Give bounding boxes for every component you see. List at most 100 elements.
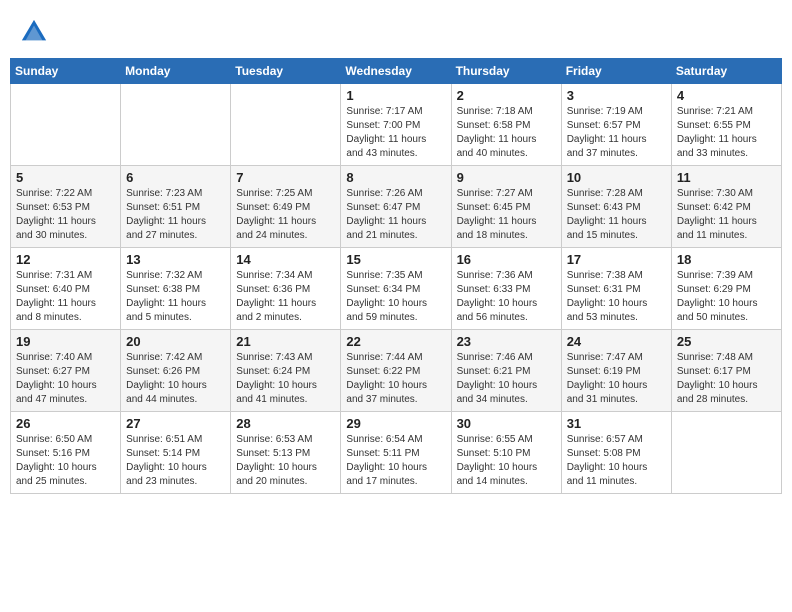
- day-number: 29: [346, 416, 445, 431]
- calendar-cell: 13 Sunrise: 7:32 AM Sunset: 6:38 PM Dayli…: [121, 248, 231, 330]
- day-info: Sunrise: 7:23 AM Sunset: 6:51 PM Dayligh…: [126, 187, 225, 243]
- calendar-cell: [231, 84, 341, 166]
- day-number: 13: [126, 252, 225, 267]
- day-info: Sunrise: 7:39 AM Sunset: 6:29 PM Dayligh…: [677, 269, 776, 325]
- calendar-week-row: 12 Sunrise: 7:31 AM Sunset: 6:40 PM Dayli…: [11, 248, 782, 330]
- day-info: Sunrise: 6:54 AM Sunset: 5:11 PM Dayligh…: [346, 433, 445, 489]
- calendar-cell: 4Sunrise: 7:21 AM Sunset: 6:55 PM Daylig…: [671, 84, 781, 166]
- logo: [20, 18, 50, 46]
- calendar-week-row: 5Sunrise: 7:22 AM Sunset: 6:53 PM Daylig…: [11, 166, 782, 248]
- day-info: Sunrise: 7:42 AM Sunset: 6:26 PM Dayligh…: [126, 351, 225, 407]
- calendar-cell: 10 Sunrise: 7:28 AM Sunset: 6:43 PM Dayli…: [561, 166, 671, 248]
- calendar-week-row: 1 Sunrise: 7:17 AM Sunset: 7:00 PM Daylig…: [11, 84, 782, 166]
- calendar-weekday-header: Friday: [561, 59, 671, 84]
- day-number: 12: [16, 252, 115, 267]
- day-info: Sunrise: 7:19 AM Sunset: 6:57 PM Dayligh…: [567, 105, 666, 161]
- day-info: Sunrise: 7:25 AM Sunset: 6:49 PM Dayligh…: [236, 187, 335, 243]
- day-number: 11: [677, 170, 776, 185]
- day-number: 1: [346, 88, 445, 103]
- day-number: 4: [677, 88, 776, 103]
- day-info: Sunrise: 6:50 AM Sunset: 5:16 PM Dayligh…: [16, 433, 115, 489]
- calendar-weekday-header: Wednesday: [341, 59, 451, 84]
- logo-icon: [20, 18, 48, 46]
- day-number: 28: [236, 416, 335, 431]
- day-number: 2: [457, 88, 556, 103]
- day-number: 16: [457, 252, 556, 267]
- day-number: 24: [567, 334, 666, 349]
- day-info: Sunrise: 7:47 AM Sunset: 6:19 PM Dayligh…: [567, 351, 666, 407]
- day-number: 21: [236, 334, 335, 349]
- calendar-cell: 19 Sunrise: 7:40 AM Sunset: 6:27 PM Dayli…: [11, 330, 121, 412]
- calendar-cell: 8Sunrise: 7:26 AM Sunset: 6:47 PM Daylig…: [341, 166, 451, 248]
- day-number: 14: [236, 252, 335, 267]
- calendar-cell: 28 Sunrise: 6:53 AM Sunset: 5:13 PM Dayli…: [231, 412, 341, 494]
- calendar-cell: 22Sunrise: 7:44 AM Sunset: 6:22 PM Dayli…: [341, 330, 451, 412]
- day-info: Sunrise: 7:17 AM Sunset: 7:00 PM Dayligh…: [346, 105, 445, 161]
- calendar-cell: 24 Sunrise: 7:47 AM Sunset: 6:19 PM Dayli…: [561, 330, 671, 412]
- day-number: 15: [346, 252, 445, 267]
- calendar-cell: 6 Sunrise: 7:23 AM Sunset: 6:51 PM Daylig…: [121, 166, 231, 248]
- day-number: 3: [567, 88, 666, 103]
- calendar-cell: [11, 84, 121, 166]
- day-info: Sunrise: 7:36 AM Sunset: 6:33 PM Dayligh…: [457, 269, 556, 325]
- day-number: 26: [16, 416, 115, 431]
- day-number: 27: [126, 416, 225, 431]
- calendar-cell: 27 Sunrise: 6:51 AM Sunset: 5:14 PM Dayli…: [121, 412, 231, 494]
- day-number: 30: [457, 416, 556, 431]
- day-info: Sunrise: 6:57 AM Sunset: 5:08 PM Dayligh…: [567, 433, 666, 489]
- day-info: Sunrise: 7:38 AM Sunset: 6:31 PM Dayligh…: [567, 269, 666, 325]
- calendar-cell: 26 Sunrise: 6:50 AM Sunset: 5:16 PM Dayli…: [11, 412, 121, 494]
- day-info: Sunrise: 7:30 AM Sunset: 6:42 PM Dayligh…: [677, 187, 776, 243]
- calendar-cell: 31 Sunrise: 6:57 AM Sunset: 5:08 PM Dayli…: [561, 412, 671, 494]
- calendar-cell: 5Sunrise: 7:22 AM Sunset: 6:53 PM Daylig…: [11, 166, 121, 248]
- calendar-cell: 18Sunrise: 7:39 AM Sunset: 6:29 PM Dayli…: [671, 248, 781, 330]
- day-number: 6: [126, 170, 225, 185]
- calendar-cell: 30 Sunrise: 6:55 AM Sunset: 5:10 PM Dayli…: [451, 412, 561, 494]
- calendar-cell: 29 Sunrise: 6:54 AM Sunset: 5:11 PM Dayli…: [341, 412, 451, 494]
- calendar-cell: 2 Sunrise: 7:18 AM Sunset: 6:58 PM Daylig…: [451, 84, 561, 166]
- day-number: 17: [567, 252, 666, 267]
- calendar-table: SundayMondayTuesdayWednesdayThursdayFrid…: [10, 58, 782, 494]
- calendar-cell: 20 Sunrise: 7:42 AM Sunset: 6:26 PM Dayli…: [121, 330, 231, 412]
- day-info: Sunrise: 7:40 AM Sunset: 6:27 PM Dayligh…: [16, 351, 115, 407]
- day-info: Sunrise: 7:35 AM Sunset: 6:34 PM Dayligh…: [346, 269, 445, 325]
- day-info: Sunrise: 7:43 AM Sunset: 6:24 PM Dayligh…: [236, 351, 335, 407]
- day-number: 20: [126, 334, 225, 349]
- calendar-cell: 21 Sunrise: 7:43 AM Sunset: 6:24 PM Dayli…: [231, 330, 341, 412]
- calendar-header-row: SundayMondayTuesdayWednesdayThursdayFrid…: [11, 59, 782, 84]
- day-info: Sunrise: 7:44 AM Sunset: 6:22 PM Dayligh…: [346, 351, 445, 407]
- day-info: Sunrise: 7:28 AM Sunset: 6:43 PM Dayligh…: [567, 187, 666, 243]
- day-info: Sunrise: 6:53 AM Sunset: 5:13 PM Dayligh…: [236, 433, 335, 489]
- page-header: [10, 10, 782, 54]
- calendar-weekday-header: Tuesday: [231, 59, 341, 84]
- day-number: 19: [16, 334, 115, 349]
- day-number: 23: [457, 334, 556, 349]
- day-number: 7: [236, 170, 335, 185]
- calendar-cell: 7 Sunrise: 7:25 AM Sunset: 6:49 PM Daylig…: [231, 166, 341, 248]
- calendar-week-row: 19 Sunrise: 7:40 AM Sunset: 6:27 PM Dayli…: [11, 330, 782, 412]
- calendar-cell: [121, 84, 231, 166]
- calendar-cell: 11 Sunrise: 7:30 AM Sunset: 6:42 PM Dayli…: [671, 166, 781, 248]
- day-info: Sunrise: 6:51 AM Sunset: 5:14 PM Dayligh…: [126, 433, 225, 489]
- calendar-cell: 9Sunrise: 7:27 AM Sunset: 6:45 PM Daylig…: [451, 166, 561, 248]
- calendar-cell: [671, 412, 781, 494]
- day-info: Sunrise: 7:48 AM Sunset: 6:17 PM Dayligh…: [677, 351, 776, 407]
- day-info: Sunrise: 7:31 AM Sunset: 6:40 PM Dayligh…: [16, 269, 115, 325]
- day-number: 31: [567, 416, 666, 431]
- calendar-cell: 1 Sunrise: 7:17 AM Sunset: 7:00 PM Daylig…: [341, 84, 451, 166]
- day-number: 10: [567, 170, 666, 185]
- day-info: Sunrise: 7:27 AM Sunset: 6:45 PM Dayligh…: [457, 187, 556, 243]
- calendar-weekday-header: Thursday: [451, 59, 561, 84]
- day-number: 8: [346, 170, 445, 185]
- calendar-weekday-header: Sunday: [11, 59, 121, 84]
- calendar-cell: 23Sunrise: 7:46 AM Sunset: 6:21 PM Dayli…: [451, 330, 561, 412]
- day-info: Sunrise: 7:22 AM Sunset: 6:53 PM Dayligh…: [16, 187, 115, 243]
- calendar-cell: 25 Sunrise: 7:48 AM Sunset: 6:17 PM Dayli…: [671, 330, 781, 412]
- day-info: Sunrise: 6:55 AM Sunset: 5:10 PM Dayligh…: [457, 433, 556, 489]
- day-number: 25: [677, 334, 776, 349]
- calendar-cell: 16 Sunrise: 7:36 AM Sunset: 6:33 PM Dayli…: [451, 248, 561, 330]
- day-info: Sunrise: 7:18 AM Sunset: 6:58 PM Dayligh…: [457, 105, 556, 161]
- calendar-weekday-header: Saturday: [671, 59, 781, 84]
- day-info: Sunrise: 7:32 AM Sunset: 6:38 PM Dayligh…: [126, 269, 225, 325]
- calendar-week-row: 26 Sunrise: 6:50 AM Sunset: 5:16 PM Dayli…: [11, 412, 782, 494]
